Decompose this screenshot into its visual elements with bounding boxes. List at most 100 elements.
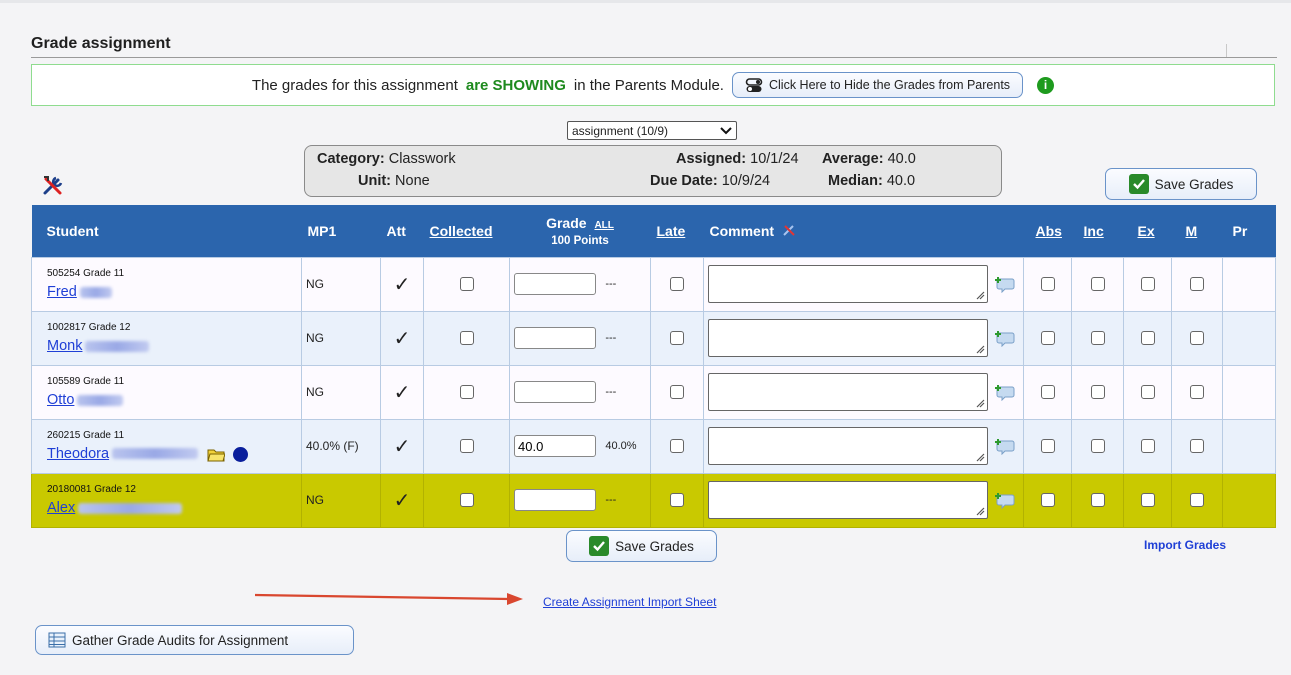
header-grade: Grade ALL 100 Points (509, 205, 651, 257)
assignment-select[interactable]: assignment (10/9) (567, 121, 737, 140)
abs-checkbox[interactable] (1040, 493, 1055, 508)
student-name-link[interactable]: Theodora (47, 446, 199, 462)
resize-grip-icon[interactable] (975, 290, 985, 300)
m-checkbox[interactable] (1190, 439, 1204, 454)
m-checkbox[interactable] (1190, 331, 1204, 346)
grade-cell: --- (509, 310, 651, 366)
collected-cell (423, 472, 510, 528)
comment-bank-icon[interactable] (995, 491, 1015, 510)
resize-grip-icon[interactable] (975, 452, 985, 462)
grade-percent: --- (605, 386, 617, 398)
late-checkbox[interactable] (670, 493, 684, 508)
table-row: 105589 Grade 11 Otto NG ✓ --- (31, 364, 1276, 420)
ex-checkbox[interactable] (1140, 439, 1155, 454)
collected-checkbox[interactable] (459, 439, 474, 454)
collected-checkbox[interactable] (459, 493, 474, 508)
notice-text-before: The grades for this assignment (251, 76, 458, 94)
grade-cell: --- (509, 364, 651, 420)
info-icon[interactable]: i (1037, 76, 1055, 94)
ex-cell (1123, 310, 1172, 366)
comment-textarea[interactable] (708, 373, 988, 411)
tools-icon[interactable] (41, 174, 67, 196)
late-sort-link[interactable]: Late (657, 223, 686, 239)
pr-cell (1222, 256, 1276, 312)
comment-header-label: Comment (709, 222, 775, 239)
comment-bank-icon[interactable] (995, 383, 1015, 402)
median-value: 40.0 (886, 173, 916, 189)
ex-cell (1123, 256, 1172, 312)
comment-tools-icon[interactable] (782, 223, 796, 237)
collected-checkbox[interactable] (459, 331, 474, 346)
abs-checkbox[interactable] (1040, 439, 1055, 454)
student-name-link[interactable]: Monk (47, 338, 150, 354)
collected-sort-link[interactable]: Collected (430, 223, 493, 239)
ex-checkbox[interactable] (1140, 331, 1155, 346)
ex-checkbox[interactable] (1140, 277, 1155, 292)
m-sort-link[interactable]: M (1186, 223, 1198, 239)
attendance-check: ✓ (380, 256, 424, 312)
table-row-highlighted: 20180081 Grade 12 Alex NG ✓ --- (31, 472, 1276, 528)
resize-grip-icon[interactable] (975, 398, 985, 408)
median-label: Median: (828, 173, 883, 189)
save-grades-button-bottom[interactable]: Save Grades (566, 530, 717, 562)
create-import-sheet-link[interactable]: Create Assignment Import Sheet (543, 595, 716, 609)
ex-cell (1123, 472, 1172, 528)
inc-checkbox[interactable] (1090, 277, 1105, 292)
grade-input[interactable] (514, 489, 596, 511)
resize-grip-icon[interactable] (975, 344, 985, 354)
grade-input[interactable] (514, 435, 596, 457)
ex-checkbox[interactable] (1140, 385, 1155, 400)
inc-checkbox[interactable] (1090, 385, 1105, 400)
collected-checkbox[interactable] (459, 277, 474, 292)
late-checkbox[interactable] (670, 385, 684, 400)
grade-input[interactable] (514, 327, 596, 349)
resize-grip-icon[interactable] (975, 506, 985, 516)
comment-textarea[interactable] (708, 319, 988, 357)
m-cell (1171, 310, 1223, 366)
student-name-link[interactable]: Alex (47, 500, 183, 516)
late-checkbox[interactable] (670, 331, 684, 346)
m-checkbox[interactable] (1190, 493, 1204, 508)
hide-grades-button[interactable]: Click Here to Hide the Grades from Paren… (731, 72, 1024, 98)
grade-all-link[interactable]: ALL (594, 220, 613, 231)
inc-checkbox[interactable] (1090, 493, 1105, 508)
header-student: Student (31, 205, 302, 257)
header-late: Late (650, 205, 704, 257)
abs-cell (1023, 472, 1072, 528)
collected-checkbox[interactable] (459, 385, 474, 400)
comment-bank-icon[interactable] (995, 275, 1015, 294)
collected-cell (423, 310, 510, 366)
comment-textarea[interactable] (708, 265, 988, 303)
grade-input[interactable] (514, 273, 596, 295)
folder-icon[interactable] (207, 446, 227, 462)
ex-checkbox[interactable] (1140, 493, 1155, 508)
assignment-info-panel: Category: Classwork Unit: None Assigned:… (304, 145, 1002, 197)
student-name-link[interactable]: Fred (47, 284, 112, 300)
m-checkbox[interactable] (1190, 277, 1204, 292)
abs-checkbox[interactable] (1040, 385, 1055, 400)
save-grades-button-top[interactable]: Save Grades (1105, 168, 1257, 200)
comment-textarea[interactable] (708, 481, 988, 519)
m-checkbox[interactable] (1190, 385, 1204, 400)
pr-cell (1222, 310, 1276, 366)
collected-cell (423, 256, 510, 312)
ex-sort-link[interactable]: Ex (1138, 223, 1155, 239)
late-checkbox[interactable] (670, 439, 684, 454)
gather-grade-audits-button[interactable]: Gather Grade Audits for Assignment (35, 625, 354, 655)
abs-checkbox[interactable] (1040, 277, 1055, 292)
late-checkbox[interactable] (670, 277, 684, 292)
comment-bank-icon[interactable] (995, 329, 1015, 348)
comment-bank-icon[interactable] (995, 437, 1015, 456)
grade-cell: 40.0% (509, 418, 651, 474)
grade-input[interactable] (514, 381, 596, 403)
inc-checkbox[interactable] (1090, 439, 1105, 454)
late-cell (650, 310, 704, 366)
inc-sort-link[interactable]: Inc (1084, 223, 1104, 239)
import-grades-link[interactable]: Import Grades (1144, 538, 1226, 552)
comment-textarea[interactable] (708, 427, 988, 465)
ex-cell (1123, 418, 1172, 474)
inc-checkbox[interactable] (1090, 331, 1105, 346)
abs-sort-link[interactable]: Abs (1036, 223, 1062, 239)
abs-checkbox[interactable] (1040, 331, 1055, 346)
student-name-link[interactable]: Otto (47, 392, 124, 408)
